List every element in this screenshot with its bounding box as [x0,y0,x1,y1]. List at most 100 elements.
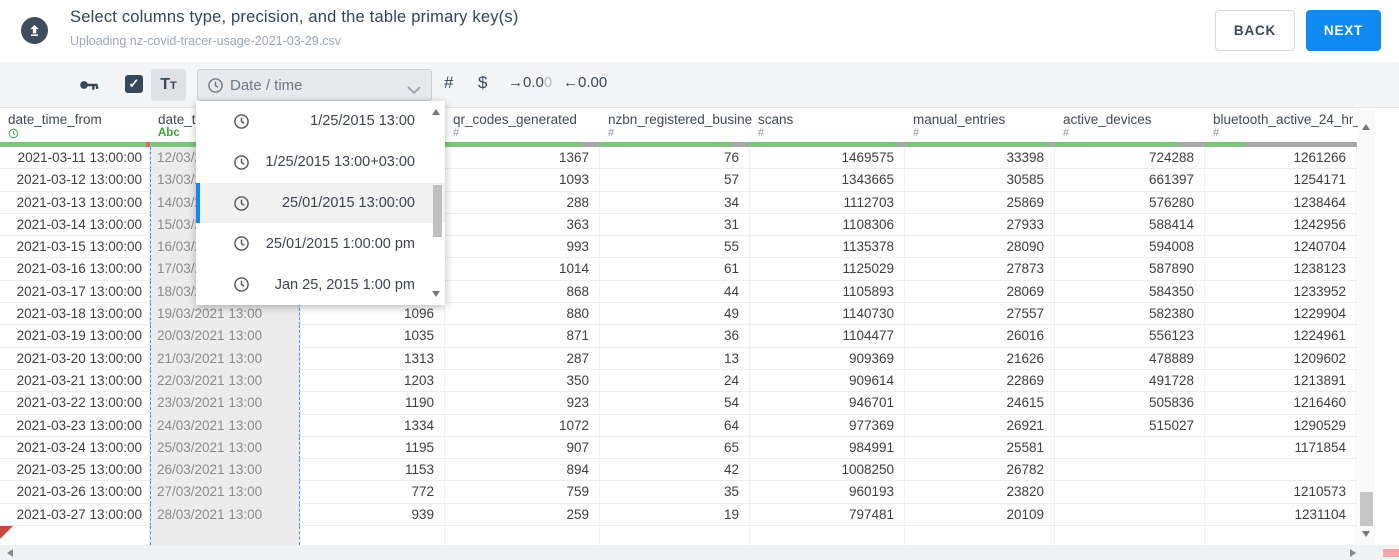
table-cell[interactable] [905,526,1055,546]
table-cell[interactable]: 894 [445,459,600,482]
table-cell[interactable]: 25581 [905,436,1055,460]
table-cell[interactable]: 2021-03-13 13:00:00 [0,191,150,214]
number-type-button[interactable]: # [444,73,453,93]
table-cell[interactable]: 2021-03-15 13:00:00 [0,236,150,259]
table-cell[interactable]: 1240704 [1205,236,1357,259]
table-cell[interactable]: 1229904 [1205,303,1357,326]
table-cell[interactable]: 1171854 [1205,436,1357,460]
table-cell[interactable]: 1254171 [1205,169,1357,192]
table-cell[interactable]: 1242956 [1205,213,1357,237]
table-cell[interactable]: 1195 [300,436,445,460]
table-cell[interactable]: 2021-03-19 13:00:00 [0,325,150,348]
table-cell[interactable]: 1343665 [750,169,905,192]
table-cell[interactable]: 24 [600,369,750,393]
horizontal-scrollbar-thumb[interactable] [1383,549,1399,557]
dropdown-item[interactable]: Jan 25, 2015 1:00 pm [196,264,445,305]
next-button[interactable]: NEXT [1306,10,1381,51]
table-cell[interactable]: 871 [445,325,600,348]
table-cell[interactable]: 1290529 [1205,414,1357,437]
table-cell[interactable] [1055,481,1205,504]
dropdown-item[interactable]: 25/01/2015 1:00:00 pm [196,223,445,264]
table-cell[interactable]: 880 [445,303,600,326]
table-cell[interactable]: 960193 [750,481,905,504]
dropdown-item[interactable]: 1/25/2015 13:00+03:00 [196,142,445,183]
table-cell[interactable]: 1238123 [1205,258,1357,281]
table-cell[interactable]: 1213891 [1205,369,1357,393]
table-cell[interactable]: 2021-03-20 13:00:00 [0,347,150,370]
dropdown-item[interactable]: 1/25/2015 13:00 [196,101,445,142]
table-cell[interactable] [445,526,600,546]
table-cell[interactable]: 44 [600,280,750,304]
table-cell[interactable]: 759 [445,481,600,504]
table-cell[interactable]: 33398 [905,147,1055,170]
dropdown-scrollbar-thumb[interactable] [433,185,442,237]
table-cell[interactable]: 923 [445,392,600,415]
table-cell[interactable] [1055,526,1205,546]
table-cell[interactable]: 363 [445,213,600,237]
table-cell[interactable]: 1072 [445,414,600,437]
table-cell[interactable]: 946701 [750,392,905,415]
table-cell[interactable]: 1104477 [750,325,905,348]
table-cell[interactable]: 939 [300,503,445,527]
datetime-format-select[interactable]: Date / time [197,69,432,101]
table-cell[interactable]: 25/03/2021 13:00 [150,436,300,460]
table-cell[interactable]: 1238464 [1205,191,1357,214]
primary-key-icon[interactable] [78,75,100,100]
dropdown-scroll-up-icon[interactable] [432,109,440,115]
table-cell[interactable]: 28069 [905,280,1055,304]
table-cell[interactable]: 2021-03-24 13:00:00 [0,436,150,460]
table-cell[interactable]: 1035 [300,325,445,348]
horizontal-scrollbar[interactable] [0,545,1399,560]
table-cell[interactable]: 22869 [905,369,1055,393]
table-cell[interactable]: 28090 [905,236,1055,259]
table-cell[interactable]: 76 [600,147,750,170]
table-cell[interactable]: 22/03/2021 13:00 [150,369,300,393]
scroll-down-icon[interactable] [1362,531,1370,537]
table-cell[interactable] [750,526,905,546]
table-cell[interactable] [1055,436,1205,460]
table-cell[interactable]: 31 [600,213,750,237]
text-type-button[interactable]: Tt [151,69,186,101]
table-cell[interactable]: 505836 [1055,392,1205,415]
column-header[interactable]: bluetooth_active_24_hr_ # [1205,108,1361,142]
table-cell[interactable]: 28/03/2021 13:00 [150,503,300,527]
table-cell[interactable]: 1135378 [750,236,905,259]
table-cell[interactable]: 24/03/2021 13:00 [150,414,300,437]
table-cell[interactable]: 20109 [905,503,1055,527]
table-cell[interactable]: 724288 [1055,147,1205,170]
table-cell[interactable]: 27933 [905,213,1055,237]
table-cell[interactable]: 1096 [300,303,445,326]
decrease-precision-button[interactable]: →0.00 [508,74,552,91]
table-cell[interactable]: 1125029 [750,258,905,281]
column-header[interactable]: manual_entries # [905,108,1055,142]
table-cell[interactable]: 26782 [905,459,1055,482]
table-cell[interactable]: 594008 [1055,236,1205,259]
table-cell[interactable]: 65 [600,436,750,460]
boolean-type-checkbox[interactable]: ✓ [125,75,143,93]
back-button[interactable]: BACK [1215,10,1295,51]
table-cell[interactable]: 909369 [750,347,905,370]
table-cell[interactable]: 2021-03-22 13:00:00 [0,392,150,415]
table-cell[interactable]: 1140730 [750,303,905,326]
table-cell[interactable]: 556123 [1055,325,1205,348]
table-cell[interactable]: 42 [600,459,750,482]
table-cell[interactable]: 868 [445,280,600,304]
dropdown-item[interactable]: 25/01/2015 13:00:00 [196,182,445,224]
vertical-scrollbar-thumb[interactable] [1360,492,1373,526]
table-cell[interactable]: 909614 [750,369,905,393]
table-cell[interactable]: 1153 [300,459,445,482]
table-cell[interactable]: 27873 [905,258,1055,281]
table-cell[interactable]: 21626 [905,347,1055,370]
table-cell[interactable]: 1261266 [1205,147,1357,170]
table-cell[interactable]: 23/03/2021 13:00 [150,392,300,415]
table-cell[interactable]: 21/03/2021 13:00 [150,347,300,370]
table-cell[interactable]: 977369 [750,414,905,437]
increase-precision-button[interactable]: ←0.00 [563,74,607,91]
table-cell[interactable]: 287 [445,347,600,370]
table-cell[interactable]: 797481 [750,503,905,527]
table-cell[interactable]: 2021-03-26 13:00:00 [0,481,150,504]
table-cell[interactable]: 2021-03-12 13:00:00 [0,169,150,192]
table-cell[interactable]: 26/03/2021 13:00 [150,459,300,482]
table-cell[interactable]: 49 [600,303,750,326]
table-cell[interactable]: 55 [600,236,750,259]
